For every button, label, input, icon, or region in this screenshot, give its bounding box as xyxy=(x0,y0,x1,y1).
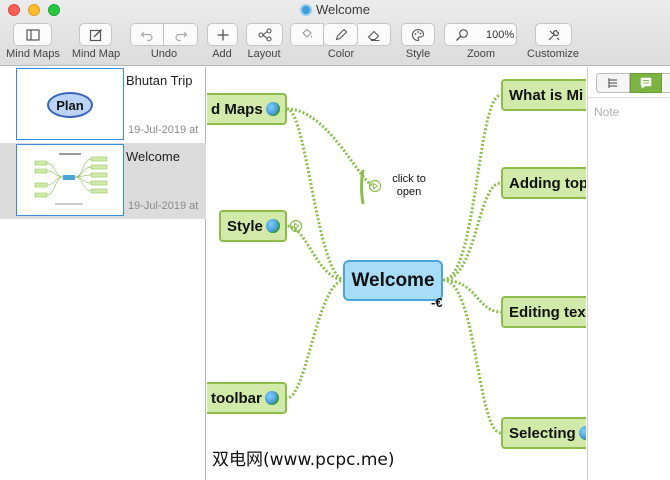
topic-node-editing-text[interactable]: Editing tex xyxy=(501,296,586,328)
note-icon xyxy=(640,77,652,90)
mind-maps-button[interactable] xyxy=(13,23,52,46)
mind-map-label: Mind Map xyxy=(71,48,121,60)
add-label: Add xyxy=(212,48,232,60)
mind-map-canvas[interactable]: d Maps Style toolbar Welcome -€ click to… xyxy=(207,67,586,480)
click-to-open-label[interactable]: click to open xyxy=(387,173,431,199)
layout-label: Layout xyxy=(247,48,281,60)
thumbnail-mindmap-preview xyxy=(34,153,108,205)
globe-link-icon[interactable] xyxy=(578,426,586,440)
inspector-panel: Note xyxy=(587,67,670,480)
link-left-3 xyxy=(286,278,346,400)
link-right-3 xyxy=(442,278,502,314)
zoom-label: Zoom xyxy=(466,48,496,60)
compose-icon xyxy=(89,28,102,41)
topic-node-what-is[interactable]: What is Mi xyxy=(501,79,586,111)
eraser-icon xyxy=(367,30,380,41)
topic-label: Selecting xyxy=(509,424,576,442)
bracket-link-icon xyxy=(360,169,382,205)
document-thumbnail: Plan xyxy=(16,68,124,140)
plus-icon xyxy=(217,29,228,40)
thumbnail-central-node: Plan xyxy=(47,92,93,118)
outline-list-icon xyxy=(608,78,617,88)
undo-button[interactable] xyxy=(130,23,164,46)
globe-link-icon[interactable] xyxy=(264,391,279,405)
paint-bucket-icon xyxy=(302,28,312,38)
style-label: Style xyxy=(405,48,431,60)
topic-node-toolbar[interactable]: toolbar xyxy=(207,382,287,414)
link-right-2 xyxy=(442,181,502,282)
mind-maps-sidebar: Plan Bhutan Trip 19-Jul-2019 at Welcome … xyxy=(0,67,206,480)
window-title: Welcome xyxy=(0,2,670,17)
document-title: Welcome xyxy=(126,149,180,164)
topic-label: Editing tex xyxy=(509,303,586,321)
topic-label: d Maps xyxy=(211,100,263,118)
redo-arrow-icon xyxy=(174,31,187,41)
document-title: Bhutan Trip xyxy=(126,73,193,88)
pencil-icon xyxy=(335,28,347,40)
tab-outline[interactable] xyxy=(596,73,630,93)
topic-node-selecting[interactable]: Selecting xyxy=(501,417,586,449)
document-thumbnail xyxy=(16,144,124,216)
document-row-selected[interactable]: Welcome 19-Jul-2019 at xyxy=(0,143,206,219)
inspector-tabs xyxy=(596,73,670,93)
app-icon xyxy=(300,4,313,16)
document-row[interactable]: Plan Bhutan Trip 19-Jul-2019 at xyxy=(0,67,206,143)
document-date: 19-Jul-2019 at xyxy=(128,200,199,212)
play-link-icon[interactable] xyxy=(289,219,303,233)
add-topic-button[interactable] xyxy=(207,23,238,46)
style-button[interactable] xyxy=(401,23,435,46)
globe-link-icon[interactable] xyxy=(265,102,280,116)
link-left-1 xyxy=(286,107,346,282)
layout-button[interactable] xyxy=(246,23,283,46)
globe-link-icon[interactable] xyxy=(265,219,280,233)
document-date: 19-Jul-2019 at xyxy=(128,124,199,136)
tab-more[interactable] xyxy=(662,73,670,93)
inspector-divider xyxy=(588,97,670,98)
topic-node-adding-topics[interactable]: Adding top xyxy=(501,167,586,199)
sidebar-icon xyxy=(25,28,40,41)
note-placeholder[interactable]: Note xyxy=(594,105,619,119)
topic-label: Adding top xyxy=(509,174,586,192)
customize-label: Customize xyxy=(527,48,579,60)
zoom-control[interactable]: 100% xyxy=(444,23,517,46)
magnifier-icon xyxy=(456,28,468,41)
customize-button[interactable] xyxy=(535,23,572,46)
watermark-text: 双电网(www.pcpc.me) xyxy=(212,450,395,470)
layout-tree-icon xyxy=(257,27,272,42)
undo-arrow-icon xyxy=(140,31,153,41)
window-title-text: Welcome xyxy=(316,2,370,17)
tab-notes[interactable] xyxy=(630,73,662,93)
palette-icon xyxy=(412,28,425,41)
topic-label: Style xyxy=(227,217,263,235)
topic-label: What is Mi xyxy=(509,86,584,104)
redo-button[interactable] xyxy=(164,23,198,46)
topic-node-style[interactable]: Style xyxy=(219,210,287,242)
color-eraser-button[interactable] xyxy=(358,23,391,46)
mind-maps-label: Mind Maps xyxy=(6,48,60,60)
title-bar: Welcome Mind Maps Mind Map Undo Add Layo… xyxy=(0,0,670,66)
link-right-4 xyxy=(442,278,502,435)
zoom-level: 100% xyxy=(486,28,515,41)
topic-node-mind-maps[interactable]: d Maps xyxy=(207,93,287,125)
color-pencil-button[interactable] xyxy=(324,23,358,46)
collapse-toggle[interactable]: -€ xyxy=(431,295,443,310)
tools-icon xyxy=(548,29,559,40)
new-mind-map-button[interactable] xyxy=(79,23,112,46)
central-topic-node[interactable]: Welcome xyxy=(343,260,443,301)
color-label: Color xyxy=(327,48,355,60)
topic-label: toolbar xyxy=(211,389,262,407)
undo-label: Undo xyxy=(150,48,178,60)
color-fill-button[interactable] xyxy=(290,23,324,46)
